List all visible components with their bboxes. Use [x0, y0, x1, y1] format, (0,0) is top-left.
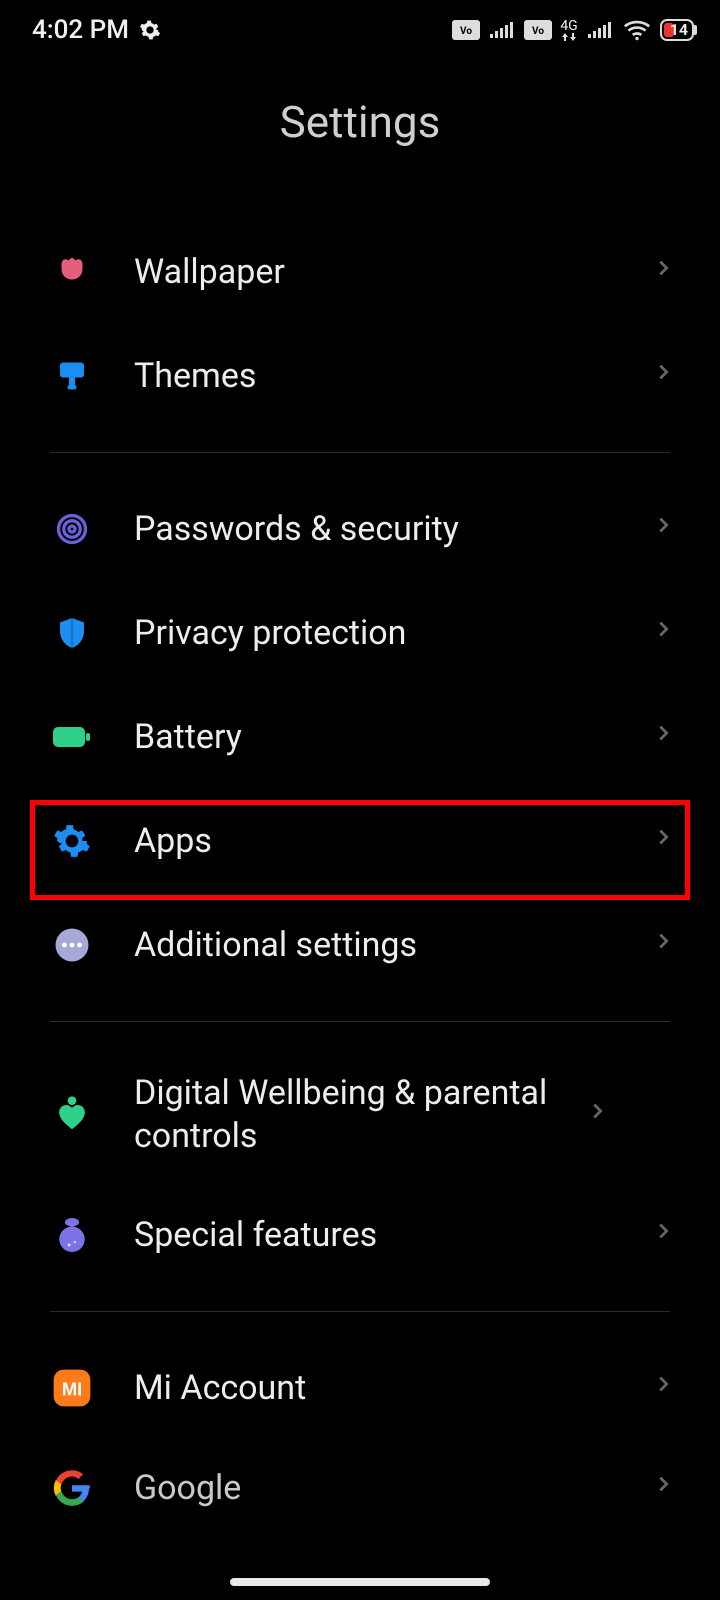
- wifi-icon: [622, 19, 652, 41]
- mi-icon: MI: [50, 1366, 94, 1410]
- chevron-right-icon: [652, 1220, 682, 1250]
- row-apps[interactable]: Apps: [0, 789, 720, 893]
- row-label: Passwords & security: [134, 508, 640, 551]
- status-left: 4:02 PM: [32, 15, 161, 45]
- divider: [50, 1021, 670, 1022]
- tulip-icon: [50, 250, 94, 294]
- row-label: Mi Account: [134, 1367, 640, 1410]
- battery-percent-text: 14: [666, 22, 688, 38]
- svg-text:MI: MI: [62, 1379, 82, 1400]
- row-label: Privacy protection: [134, 612, 640, 655]
- status-right: Vo Vo 4G 14: [452, 19, 694, 41]
- chevron-right-icon: [652, 361, 682, 391]
- row-digital-wellbeing[interactable]: Digital Wellbeing & parental controls: [0, 1046, 720, 1183]
- row-label: Special features: [134, 1214, 640, 1257]
- chevron-right-icon: [652, 1373, 682, 1403]
- settings-status-icon: [139, 19, 161, 41]
- shield-icon: [50, 611, 94, 655]
- brush-icon: [50, 354, 94, 398]
- google-icon: [50, 1466, 94, 1510]
- chevron-right-icon: [652, 930, 682, 960]
- home-indicator[interactable]: [230, 1578, 490, 1586]
- row-label: Battery: [134, 716, 640, 759]
- chevron-right-icon: [586, 1100, 616, 1130]
- status-bar: 4:02 PM Vo Vo 4G 14: [0, 0, 720, 60]
- signal-icon-2: [586, 20, 614, 40]
- network-4g-label: 4G: [560, 19, 577, 41]
- fingerprint-icon: [50, 507, 94, 551]
- row-additional-settings[interactable]: Additional settings: [0, 893, 720, 997]
- row-label: Apps: [134, 820, 640, 863]
- row-battery[interactable]: Battery: [0, 685, 720, 789]
- clock-text: 4:02 PM: [32, 15, 129, 45]
- flask-icon: [50, 1213, 94, 1257]
- chevron-right-icon: [652, 257, 682, 287]
- chevron-right-icon: [652, 826, 682, 856]
- chevron-right-icon: [652, 514, 682, 544]
- gear-icon: [50, 819, 94, 863]
- row-label: Themes: [134, 355, 640, 398]
- svg-text:Vo: Vo: [460, 26, 472, 37]
- volte-icon-2: Vo: [524, 20, 552, 40]
- row-privacy-protection[interactable]: Privacy protection: [0, 581, 720, 685]
- row-label: Additional settings: [134, 924, 640, 967]
- row-label: Google: [134, 1467, 640, 1510]
- divider: [50, 1311, 670, 1312]
- signal-icon-1: [488, 20, 516, 40]
- volte-icon-1: Vo: [452, 20, 480, 40]
- row-themes[interactable]: Themes: [0, 324, 720, 428]
- page-title: Settings: [0, 96, 720, 148]
- divider: [50, 452, 670, 453]
- chevron-right-icon: [652, 618, 682, 648]
- row-passwords-security[interactable]: Passwords & security: [0, 477, 720, 581]
- battery-indicator: 14: [660, 19, 694, 41]
- heart-person-icon: [50, 1093, 94, 1137]
- row-wallpaper[interactable]: Wallpaper: [0, 220, 720, 324]
- network-type-text: 4G: [560, 19, 577, 33]
- settings-list: Wallpaper Themes Passwords & security Pr…: [0, 220, 720, 1510]
- row-google[interactable]: Google: [0, 1440, 720, 1510]
- svg-text:Vo: Vo: [532, 26, 544, 37]
- dots-icon: [50, 923, 94, 967]
- chevron-right-icon: [652, 722, 682, 752]
- chevron-right-icon: [652, 1473, 682, 1503]
- row-special-features[interactable]: Special features: [0, 1183, 720, 1287]
- row-mi-account[interactable]: MI Mi Account: [0, 1336, 720, 1440]
- row-label: Digital Wellbeing & parental controls: [134, 1072, 574, 1157]
- battery-icon: [50, 715, 94, 759]
- row-label: Wallpaper: [134, 251, 640, 294]
